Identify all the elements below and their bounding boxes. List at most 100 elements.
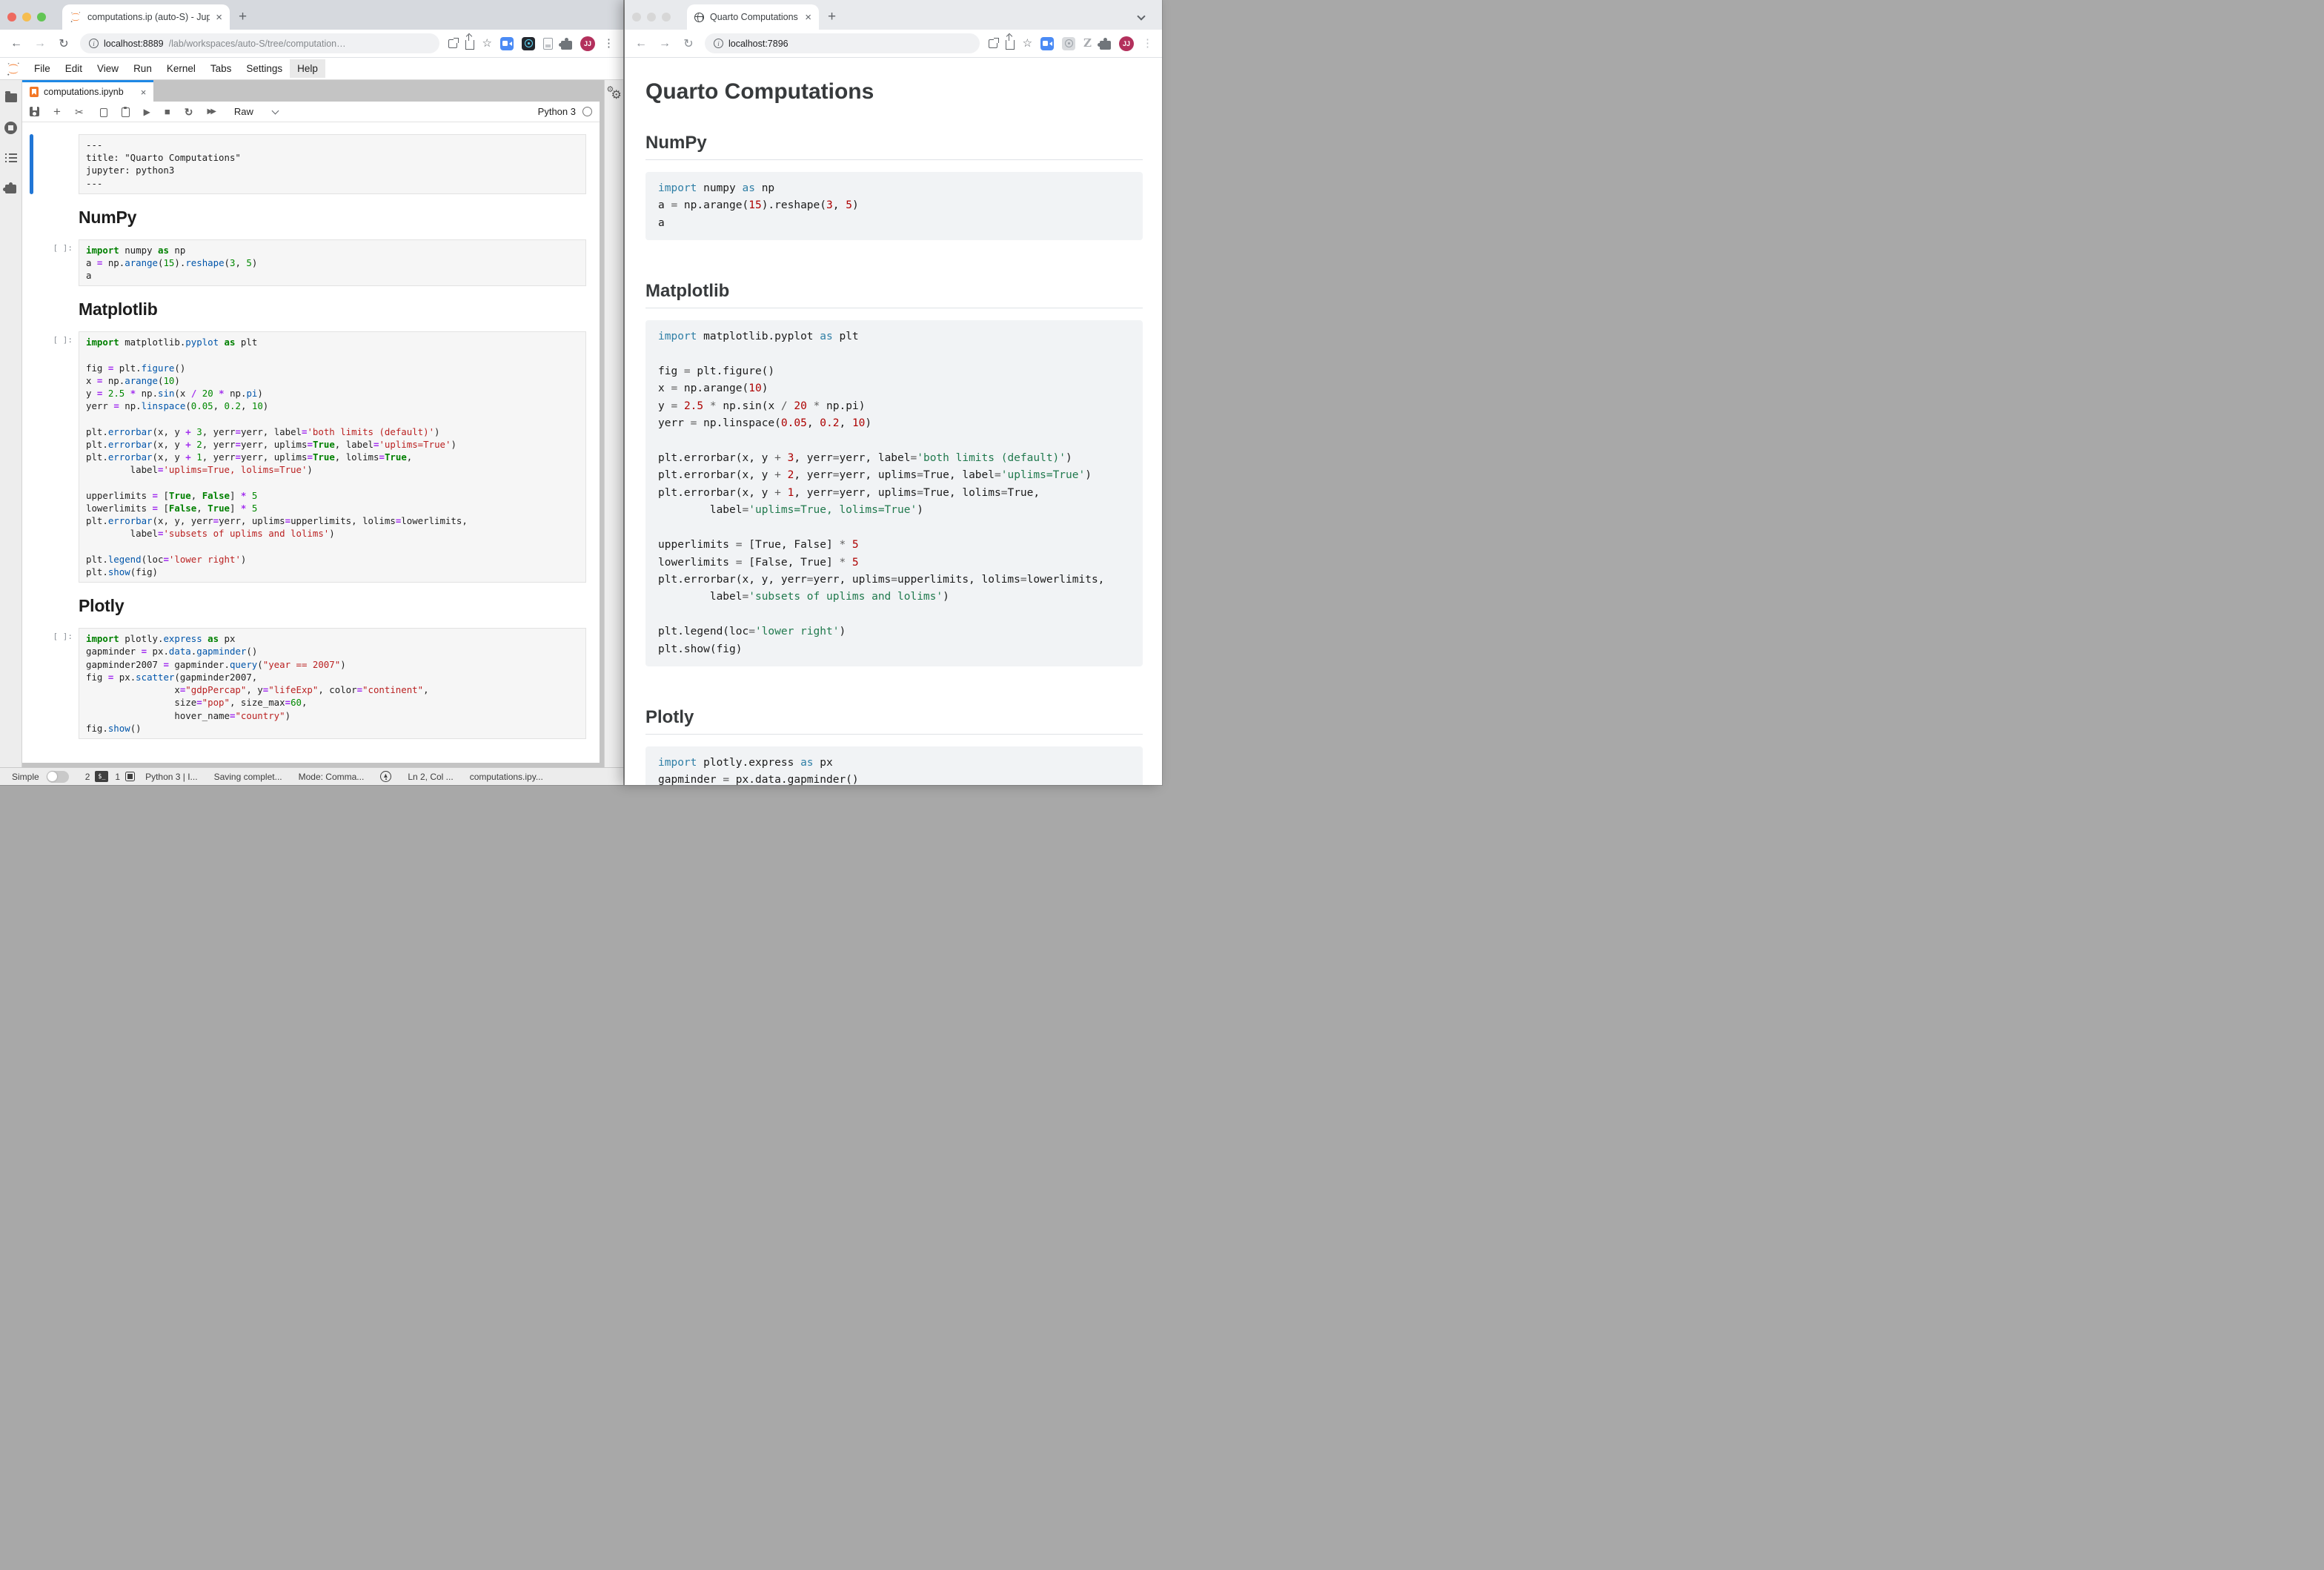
close-notebook-icon[interactable]: × (141, 87, 147, 97)
simple-mode-label: Simple (12, 772, 39, 782)
zoom-window-button[interactable] (662, 13, 671, 21)
close-tab-icon[interactable]: × (805, 12, 811, 23)
menu-kernel[interactable]: Kernel (159, 59, 203, 78)
running-kernels-icon[interactable] (4, 122, 17, 134)
raw-cell-editor[interactable]: ---title: "Quarto Computations"jupyter: … (79, 134, 586, 194)
forward-icon[interactable]: → (657, 37, 672, 50)
profile-avatar[interactable]: JJ (580, 36, 595, 51)
address-bar[interactable]: i localhost:7896 (705, 33, 980, 53)
zoom-extension-icon[interactable] (1040, 37, 1054, 50)
browser-tab[interactable]: Quarto Computations × (687, 4, 819, 30)
menu-view[interactable]: View (90, 59, 126, 78)
close-window-button[interactable] (7, 13, 16, 21)
site-info-icon[interactable]: i (714, 39, 723, 48)
restart-kernel-icon[interactable]: ↻ (185, 107, 193, 117)
numpy-code-block: import numpy as npa = np.arange(15).resh… (645, 172, 1143, 240)
notebook-file-icon (30, 87, 39, 97)
browser-tab-strip: Quarto Computations × + (625, 0, 1162, 30)
table-of-contents-icon[interactable] (5, 153, 17, 162)
site-info-icon[interactable]: i (89, 39, 99, 48)
menu-edit[interactable]: Edit (58, 59, 90, 78)
menu-file[interactable]: File (27, 59, 58, 78)
cursor-position[interactable]: Ln 2, Col ... (408, 772, 453, 782)
share-icon[interactable] (1006, 40, 1015, 50)
section-matplotlib: Matplotlib import matplotlib.pyplot as p… (645, 280, 1143, 666)
browser-tab[interactable]: computations.ip (auto-S) - Jup × (62, 4, 230, 30)
zoom-extension-icon[interactable] (500, 37, 514, 50)
extensions-puzzle-icon[interactable] (1100, 41, 1111, 50)
copy-cell-icon[interactable] (100, 108, 107, 117)
address-bar[interactable]: i localhost:8889/lab/workspaces/auto-S/t… (80, 33, 439, 53)
globe-favicon (694, 13, 704, 22)
extensions-puzzle-icon[interactable] (561, 41, 572, 50)
cut-cell-icon[interactable]: ✂ (75, 107, 84, 117)
saving-status: Saving complet... (214, 772, 282, 782)
kernel-count[interactable]: 1 (115, 772, 120, 782)
terminal-count[interactable]: 2 (85, 772, 90, 782)
cell-prompt: [ ]: (36, 331, 79, 583)
notification-bell-icon[interactable] (380, 771, 391, 782)
back-icon[interactable]: ← (9, 37, 24, 50)
new-tab-button[interactable]: + (239, 4, 247, 30)
extension-manager-icon[interactable] (5, 185, 16, 193)
section-plotly: Plotly import plotly.express as pxgapmin… (645, 706, 1143, 785)
close-window-button[interactable] (632, 13, 641, 21)
code-cell-matplotlib: [ ]: import matplotlib.pyplot as plt fig… (30, 331, 586, 583)
restart-run-all-icon[interactable]: ▶▶ (208, 108, 214, 116)
bookmark-star-icon[interactable]: ☆ (482, 38, 492, 49)
section-heading-plotly: Plotly (645, 706, 1143, 735)
jupyter-activity-bar (0, 80, 22, 767)
browser-menu-dots-icon[interactable]: ⋮ (603, 38, 614, 49)
bookmark-star-icon[interactable]: ☆ (1023, 38, 1032, 49)
forward-icon[interactable]: → (33, 37, 47, 50)
minimize-window-button[interactable] (22, 13, 31, 21)
docs-extension-icon[interactable] (543, 38, 553, 50)
simple-mode-toggle[interactable] (47, 771, 69, 783)
kernel-chip-icon (125, 772, 135, 781)
jupyterlab-browser-window: computations.ip (auto-S) - Jup × + ← → ↻… (0, 0, 623, 785)
new-tab-button[interactable]: + (828, 4, 836, 30)
settings-gears-icon[interactable]: ⚙⚙ (606, 86, 622, 102)
numpy-cell-editor[interactable]: import numpy as npa = np.arange(15).resh… (79, 239, 586, 287)
stop-kernel-icon[interactable]: ■ (165, 107, 170, 116)
open-in-new-icon[interactable] (989, 39, 997, 48)
react-devtools-extension-icon[interactable] (522, 37, 535, 50)
menu-run[interactable]: Run (126, 59, 159, 78)
menu-tabs[interactable]: Tabs (203, 59, 239, 78)
browser-tab-strip: computations.ip (auto-S) - Jup × + (0, 0, 623, 30)
kernel-indicator[interactable]: Python 3 (538, 106, 592, 117)
minimize-window-button[interactable] (647, 13, 656, 21)
notebook-tab[interactable]: computations.ipynb × (22, 80, 153, 102)
active-cell-bar (30, 134, 33, 194)
profile-avatar[interactable]: JJ (1119, 36, 1134, 51)
open-in-new-icon[interactable] (448, 39, 457, 48)
browser-toolbar: ← → ↻ i localhost:8889/lab/workspaces/au… (0, 30, 623, 58)
save-icon[interactable] (30, 107, 39, 116)
page-title: Quarto Computations (645, 79, 1143, 105)
notebook-content: ---title: "Quarto Computations"jupyter: … (22, 122, 600, 763)
kernel-status-text[interactable]: Python 3 | I... (145, 772, 198, 782)
file-browser-icon[interactable] (5, 93, 17, 102)
menu-settings[interactable]: Settings (239, 59, 290, 78)
matplotlib-cell-editor[interactable]: import matplotlib.pyplot as plt fig = pl… (79, 331, 586, 583)
back-icon[interactable]: ← (634, 37, 648, 50)
url-host: localhost:7896 (728, 39, 788, 49)
close-tab-icon[interactable]: × (216, 12, 222, 23)
zoom-window-button[interactable] (37, 13, 46, 21)
share-icon[interactable] (465, 40, 474, 50)
react-devtools-extension-icon[interactable] (1062, 37, 1075, 50)
add-cell-icon[interactable]: + (53, 105, 61, 118)
reload-icon[interactable]: ↻ (681, 36, 696, 51)
cell-type-dropdown[interactable]: Raw (234, 106, 278, 117)
jupyter-menubar: File Edit View Run Kernel Tabs Settings … (0, 58, 623, 80)
plotly-cell-editor[interactable]: import plotly.express as pxgapminder = p… (79, 628, 586, 739)
run-cell-icon[interactable]: ▶ (144, 107, 150, 116)
z-extension-icon[interactable]: Z (1083, 38, 1092, 49)
reload-icon[interactable]: ↻ (56, 36, 71, 51)
raw-cell: ---title: "Quarto Computations"jupyter: … (30, 134, 586, 194)
code-cell-plotly: [ ]: import plotly.express as pxgapminde… (30, 628, 586, 739)
browser-menu-dots-icon[interactable]: ⋮ (1142, 38, 1153, 49)
paste-cell-icon[interactable] (122, 107, 130, 117)
menu-help[interactable]: Help (290, 59, 325, 78)
tab-search-chevron-icon[interactable] (1137, 12, 1145, 20)
